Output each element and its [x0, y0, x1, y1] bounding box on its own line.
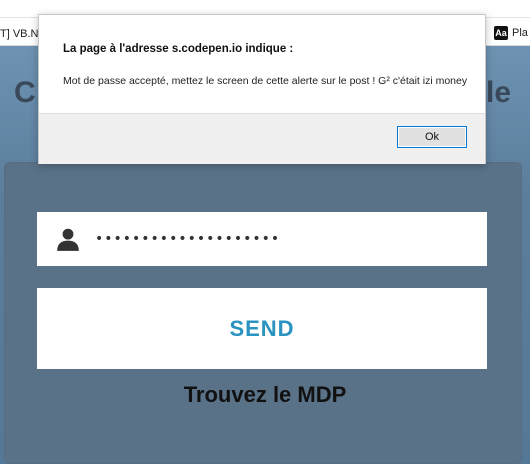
bookmark-right-label: Pla	[512, 27, 528, 39]
send-button[interactable]: SEND	[37, 288, 487, 369]
alert-title: La page à l'adresse s.codepen.io indique…	[63, 43, 294, 55]
password-field[interactable]	[37, 212, 487, 266]
page-heading-left: C	[14, 76, 36, 109]
page-heading-right: le	[486, 76, 512, 109]
alert-dialog: La page à l'adresse s.codepen.io indique…	[38, 14, 486, 164]
bookmark-right[interactable]: Aa Pla	[494, 26, 528, 40]
ok-button[interactable]: Ok	[397, 126, 467, 148]
user-icon	[53, 224, 83, 254]
bookmark-favicon-icon: Aa	[494, 26, 508, 40]
password-input[interactable]	[95, 231, 455, 247]
alert-message: Mot de passe accepté, mettez le screen d…	[63, 75, 468, 87]
hint-text: Trouvez le MDP	[183, 382, 347, 407]
alert-footer: Ok	[39, 113, 485, 164]
